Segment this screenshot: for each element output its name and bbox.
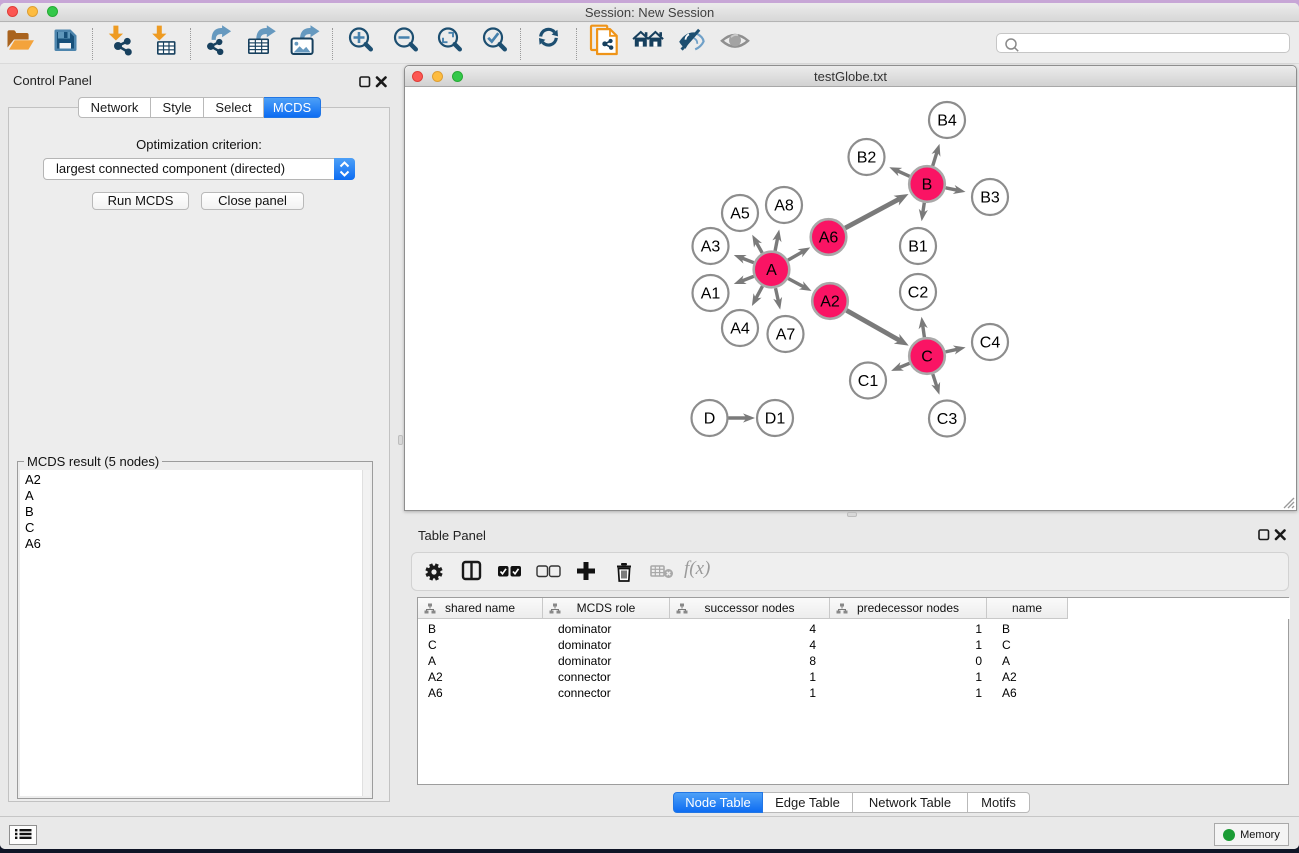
svg-text:A5: A5 xyxy=(730,206,750,223)
svg-text:B1: B1 xyxy=(908,239,928,256)
svg-text:A2: A2 xyxy=(820,294,840,311)
svg-text:A4: A4 xyxy=(730,321,750,338)
svg-text:D1: D1 xyxy=(765,411,786,428)
svg-text:A3: A3 xyxy=(701,239,721,256)
svg-text:A7: A7 xyxy=(776,327,796,344)
svg-text:C1: C1 xyxy=(858,373,879,390)
svg-text:B2: B2 xyxy=(857,150,877,167)
svg-text:C4: C4 xyxy=(980,335,1001,352)
svg-text:C2: C2 xyxy=(908,285,929,302)
svg-text:C: C xyxy=(921,349,933,366)
svg-text:A6: A6 xyxy=(819,230,839,247)
svg-text:B: B xyxy=(922,177,933,194)
svg-text:B3: B3 xyxy=(980,190,1000,207)
svg-text:C3: C3 xyxy=(937,411,958,428)
svg-text:D: D xyxy=(704,411,716,428)
svg-text:B4: B4 xyxy=(937,113,957,130)
svg-text:A: A xyxy=(766,262,777,279)
svg-text:A1: A1 xyxy=(701,286,721,303)
svg-text:A8: A8 xyxy=(774,198,794,215)
